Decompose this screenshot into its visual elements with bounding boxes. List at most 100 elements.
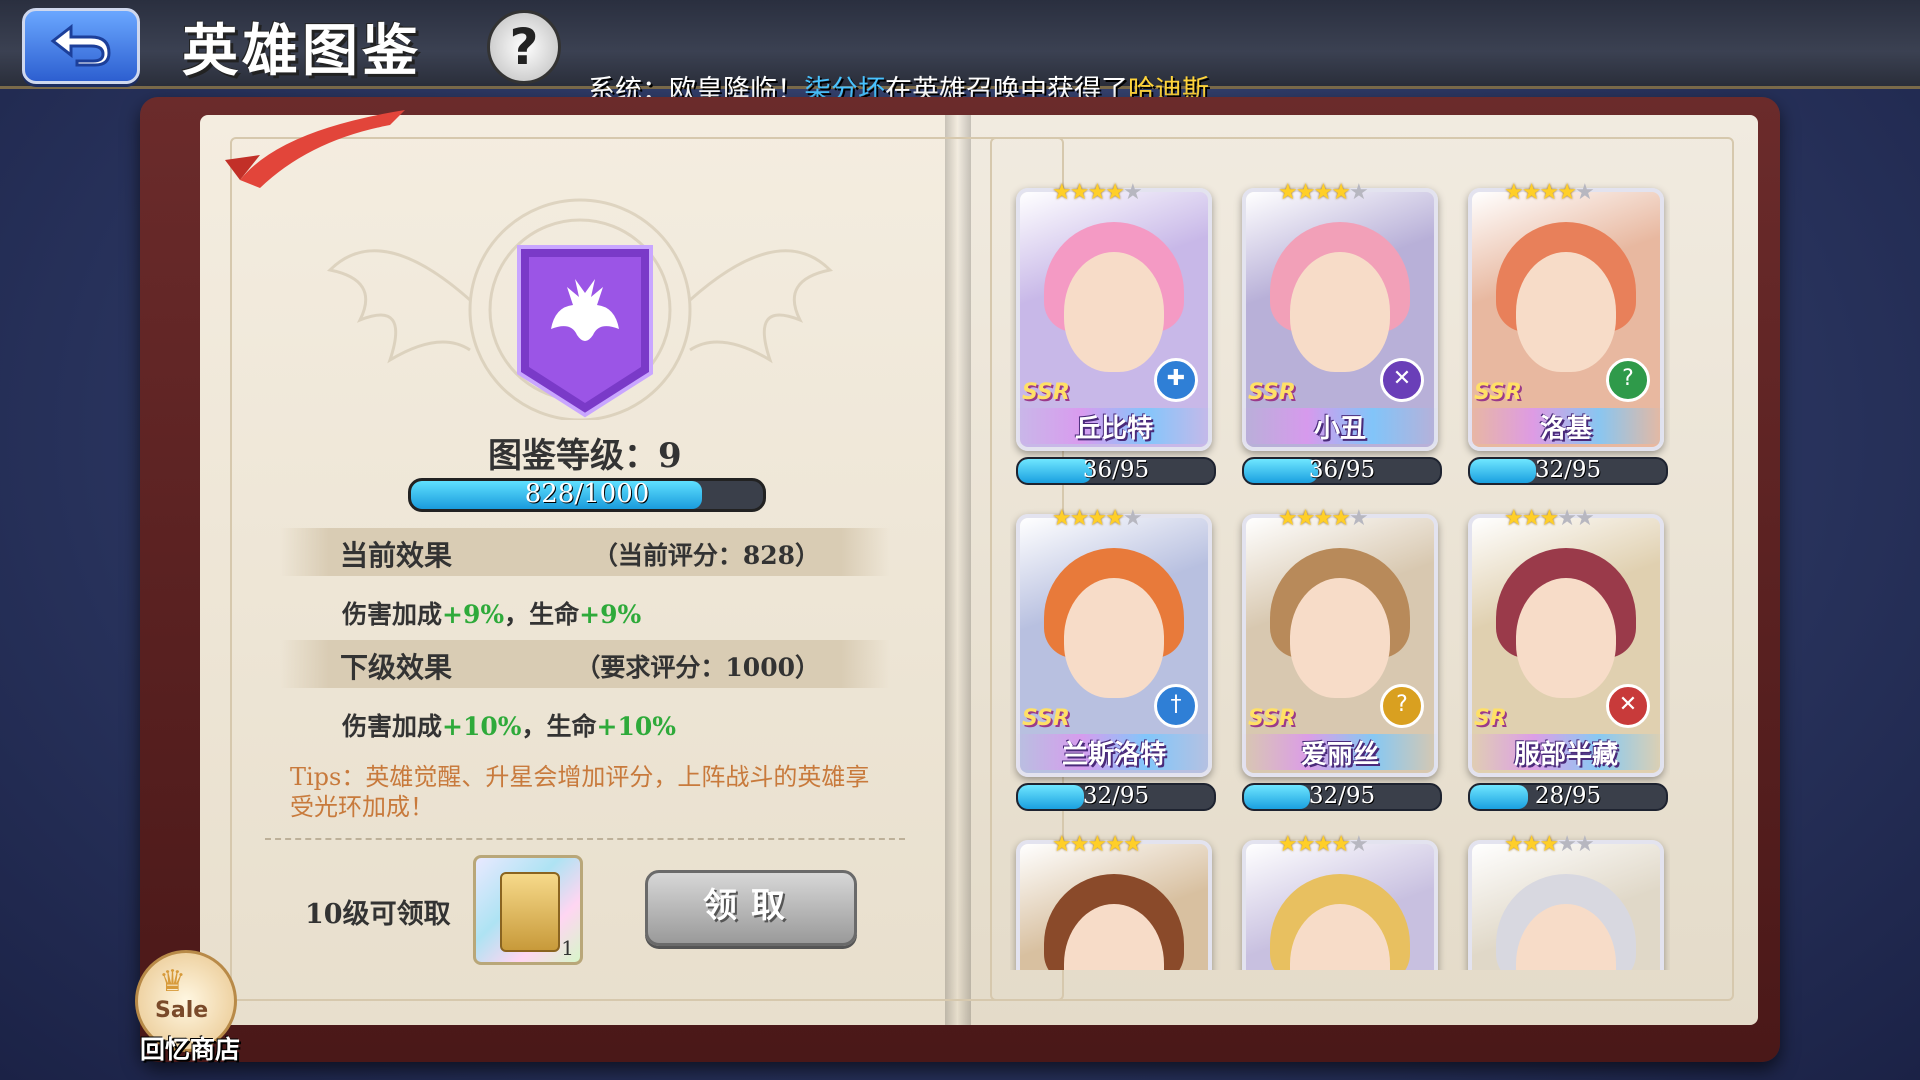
star-icon: ★ [1348,506,1369,531]
star-icon: ★ [1313,832,1333,857]
hero-face [1516,578,1616,698]
reward-label: 10级可领取 [305,899,451,930]
current-effect-title: 当前效果 [340,539,453,572]
star-icon: ★ [1348,180,1369,205]
next-effect-header: 下级效果 （要求评分：1000） [280,640,890,688]
page-title: 英雄图鉴 [182,18,422,84]
hero-stars: ★★★★★ [1504,180,1595,205]
hero-stars: ★★★★★ [1504,832,1595,857]
star-icon: ★ [1557,180,1577,205]
star-icon: ★ [1122,832,1143,857]
hero-portrait[interactable] [1468,840,1664,970]
hero-name: 丘比特 [1016,408,1212,444]
star-icon: ★ [1105,832,1125,857]
hero-shard-progress: 36/95 [1242,457,1442,485]
star-icon: ★ [1105,506,1125,531]
hero-shard-progress: 32/95 [1242,783,1442,811]
star-icon: ★ [1313,180,1333,205]
hero-card-item-icon [500,872,560,952]
hero-shard-progress: 28/95 [1468,783,1668,811]
effect-label: ，生命 [504,600,580,629]
level-label-text: 图鉴等级： [488,436,658,476]
star-icon: ★ [1331,832,1351,857]
collection-banner-icon [517,245,653,418]
hero-face [1064,578,1164,698]
star-icon: ★ [1295,832,1316,857]
rarity-badge: SSR [1022,380,1070,405]
star-icon: ★ [1087,180,1107,205]
back-arrow-icon [50,23,111,67]
collection-xp-bar: 828/1000 [408,478,766,512]
next-effect-text: 伤害加成+10%，生命+10% [342,707,676,743]
question-icon: ? [1606,358,1650,402]
star-icon: ★ [1295,180,1316,205]
progress-text: 36/95 [1308,457,1376,483]
star-icon: ★ [1504,506,1524,531]
current-score: （当前评分：828） [592,541,820,570]
star-icon: ★ [1521,180,1542,205]
star-icon: ★ [1539,832,1559,857]
star-icon: ★ [1313,506,1333,531]
hero-stars: ★★★★★ [1504,506,1595,531]
effect-value: +9% [442,600,505,629]
progress-text: 36/95 [1082,457,1150,483]
sword-icon: † [1154,684,1198,728]
star-icon: ★ [1574,180,1595,205]
star-icon: ★ [1069,180,1090,205]
effect-label: 伤害加成 [342,600,443,629]
star-icon: ★ [1087,506,1107,531]
star-icon: ★ [1539,506,1559,531]
star-icon: ★ [1278,180,1298,205]
star-icon: ★ [1069,832,1090,857]
reward-item[interactable]: 1 [473,855,583,965]
star-icon: ★ [1331,180,1351,205]
progress-text: 32/95 [1082,783,1150,809]
star-icon: ★ [1278,832,1298,857]
rarity-badge: SSR [1474,380,1522,405]
hero-face [1516,252,1616,372]
hero-portrait[interactable] [1016,840,1212,970]
star-icon: ★ [1521,506,1542,531]
hero-stars: ★★★★★ [1278,180,1369,205]
sale-text: Sale [155,998,209,1023]
xp-text: 828/1000 [524,479,650,509]
reward-count: 1 [561,936,574,960]
star-icon: ★ [1052,506,1072,531]
effect-value: +10% [596,712,677,741]
claim-button-label: 领取 [703,886,799,926]
hero-name: 服部半藏 [1468,734,1664,770]
effect-value: +9% [579,600,642,629]
back-button[interactable] [22,8,140,84]
hero-name: 爱丽丝 [1242,734,1438,770]
tips-text: Tips：英雄觉醒、升星会增加评分，上阵战斗的英雄享受光环加成！ [290,763,870,821]
question-icon: ? [1380,684,1424,728]
hero-stars: ★★★★★ [1278,832,1369,857]
star-icon: ★ [1504,832,1524,857]
progress-text: 32/95 [1308,783,1376,809]
star-icon: ★ [1504,180,1524,205]
star-icon: ★ [1087,832,1107,857]
hero-stars: ★★★★★ [1052,180,1143,205]
hero-name: 洛基 [1468,408,1664,444]
effect-value: +10% [442,712,522,741]
swords-icon: ✕ [1606,684,1650,728]
star-icon: ★ [1557,506,1577,531]
hero-stars: ★★★★★ [1278,506,1369,531]
hero-shard-progress: 32/95 [1016,783,1216,811]
star-icon: ★ [1574,832,1595,857]
star-icon: ★ [1521,832,1542,857]
rarity-badge: SSR [1248,706,1296,731]
next-effect-title: 下级效果 [340,651,453,684]
hero-stars: ★★★★★ [1052,506,1143,531]
star-icon: ★ [1331,506,1351,531]
star-icon: ★ [1122,180,1143,205]
collection-level: 图鉴等级：9 [488,428,682,477]
hero-portrait[interactable] [1242,840,1438,970]
star-icon: ★ [1052,832,1072,857]
claim-button[interactable]: 领取 [645,870,857,946]
hero-shard-progress: 36/95 [1016,457,1216,485]
help-button[interactable]: ? [487,10,561,84]
effect-label: 伤害加成 [342,712,443,741]
memory-shop-button[interactable]: ♛ Sale 回忆商店 [125,950,255,1065]
star-icon: ★ [1557,832,1577,857]
